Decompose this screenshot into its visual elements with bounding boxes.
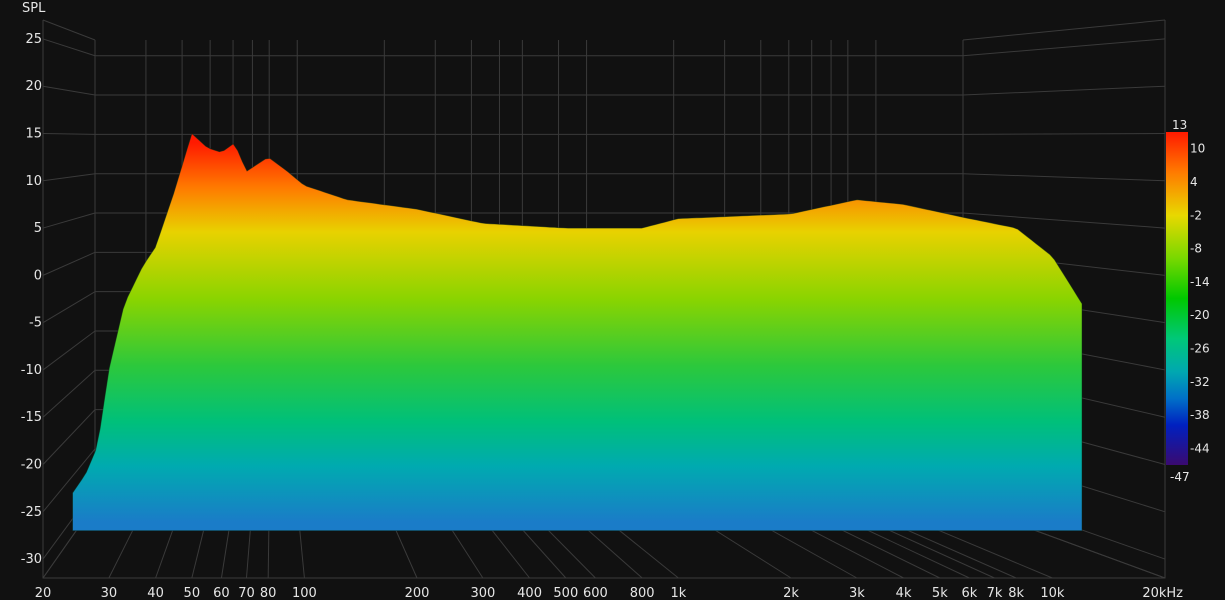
color-scale-tick-label: -38 xyxy=(1190,408,1210,422)
x-tick-label: 200 xyxy=(405,586,430,600)
grid-line-side-h xyxy=(42,251,96,276)
y-tick-label: -20 xyxy=(21,458,42,473)
x-tick-label: 8k xyxy=(1008,586,1024,600)
x-tick-label: 60 xyxy=(213,586,230,600)
x-tick-label: 50 xyxy=(184,586,201,600)
y-tick-label: 0 xyxy=(34,268,42,283)
grid-line-side-h xyxy=(42,291,96,324)
color-scale-tick-label: -2 xyxy=(1190,208,1202,222)
waterfall-surface xyxy=(72,132,1083,532)
y-tick-label: -30 xyxy=(21,552,42,567)
x-tick-label: 300 xyxy=(470,586,495,600)
x-tick-label: 7k xyxy=(987,586,1003,600)
x-tick-label: 1k xyxy=(671,586,687,600)
grid-line-side-h xyxy=(962,38,1166,57)
waterfall-chart: 2520151050-5-10-15-20-25-30 20 30 40 50 60 70… xyxy=(21,1,1210,600)
y-tick-label: 10 xyxy=(25,174,42,189)
grid-line-side-h xyxy=(42,369,96,418)
color-scale-gradient xyxy=(1166,132,1188,465)
color-scale-tick-label: -14 xyxy=(1190,275,1210,289)
y-tick-label: -25 xyxy=(21,505,42,520)
y-tick-label: 25 xyxy=(25,32,42,47)
waterfall-slice xyxy=(72,132,1083,532)
x-tick-label: 500 xyxy=(553,586,578,600)
x-tick-label: 4k xyxy=(896,586,912,600)
x-tick-label: 800 xyxy=(630,586,655,600)
grid-line-side-h xyxy=(42,212,96,229)
color-scale-tick-label: -32 xyxy=(1190,375,1210,389)
x-tick-label: 20kHz xyxy=(1142,586,1183,600)
x-tick-label: 6k xyxy=(962,586,978,600)
x-axis: 20 30 40 50 60 70 80 100 200 300 400 500 600 800 1k 2k 3… xyxy=(35,586,1183,600)
x-tick-label: 2k xyxy=(783,586,799,600)
grid-line-side-h xyxy=(42,409,96,465)
color-scale-bar: 13 -47 10 4 -2 -8 -14 -20 -26 -32 -38 -44 xyxy=(1166,118,1210,484)
x-tick-label: 70 xyxy=(238,586,255,600)
x-tick-label: 400 xyxy=(517,586,542,600)
y-tick-label: -5 xyxy=(29,316,42,331)
y-axis-title: SPL xyxy=(22,1,46,16)
y-axis: 25 20 15 10 5 0 -5 -10 -15 -20 -25 -30 xyxy=(21,32,42,567)
x-tick-label: 3k xyxy=(849,586,865,600)
x-tick-label: 40 xyxy=(147,586,164,600)
grid-line-side-h xyxy=(42,173,96,182)
color-scale-tick-label: -44 xyxy=(1190,441,1210,455)
color-scale-min-label: -47 xyxy=(1170,470,1190,484)
grid-line-side-h xyxy=(42,38,96,57)
y-tick-label: -10 xyxy=(21,363,42,378)
frame-edge xyxy=(962,19,1166,41)
grid-line-side-h xyxy=(962,173,1166,182)
color-scale-tick-label: -8 xyxy=(1190,242,1202,256)
color-scale-tick-label: 10 xyxy=(1190,142,1205,156)
x-tick-label: 100 xyxy=(292,586,317,600)
grid-line-side-h xyxy=(42,85,96,96)
color-scale-tick-label: 4 xyxy=(1190,175,1198,189)
frame-edge xyxy=(42,19,96,41)
color-scale-tick-label: -20 xyxy=(1190,308,1210,322)
y-tick-label: 5 xyxy=(34,221,42,236)
grid-line-side-h xyxy=(42,132,96,135)
color-scale-tick-label: -26 xyxy=(1190,341,1210,355)
grid-line-side-h xyxy=(962,85,1166,96)
x-tick-label: 600 xyxy=(583,586,608,600)
y-tick-label: 15 xyxy=(25,126,42,141)
y-tick-label: 20 xyxy=(25,79,42,94)
x-tick-label: 30 xyxy=(101,586,118,600)
grid-line-side-h xyxy=(42,330,96,371)
x-tick-label: 20 xyxy=(35,586,52,600)
grid-line-side-h xyxy=(962,132,1166,135)
y-tick-label: -15 xyxy=(21,410,42,425)
color-scale-max-label: 13 xyxy=(1172,118,1187,132)
x-tick-label: 80 xyxy=(260,586,277,600)
x-tick-label: 10k xyxy=(1040,586,1065,600)
x-tick-label: 5k xyxy=(932,586,948,600)
